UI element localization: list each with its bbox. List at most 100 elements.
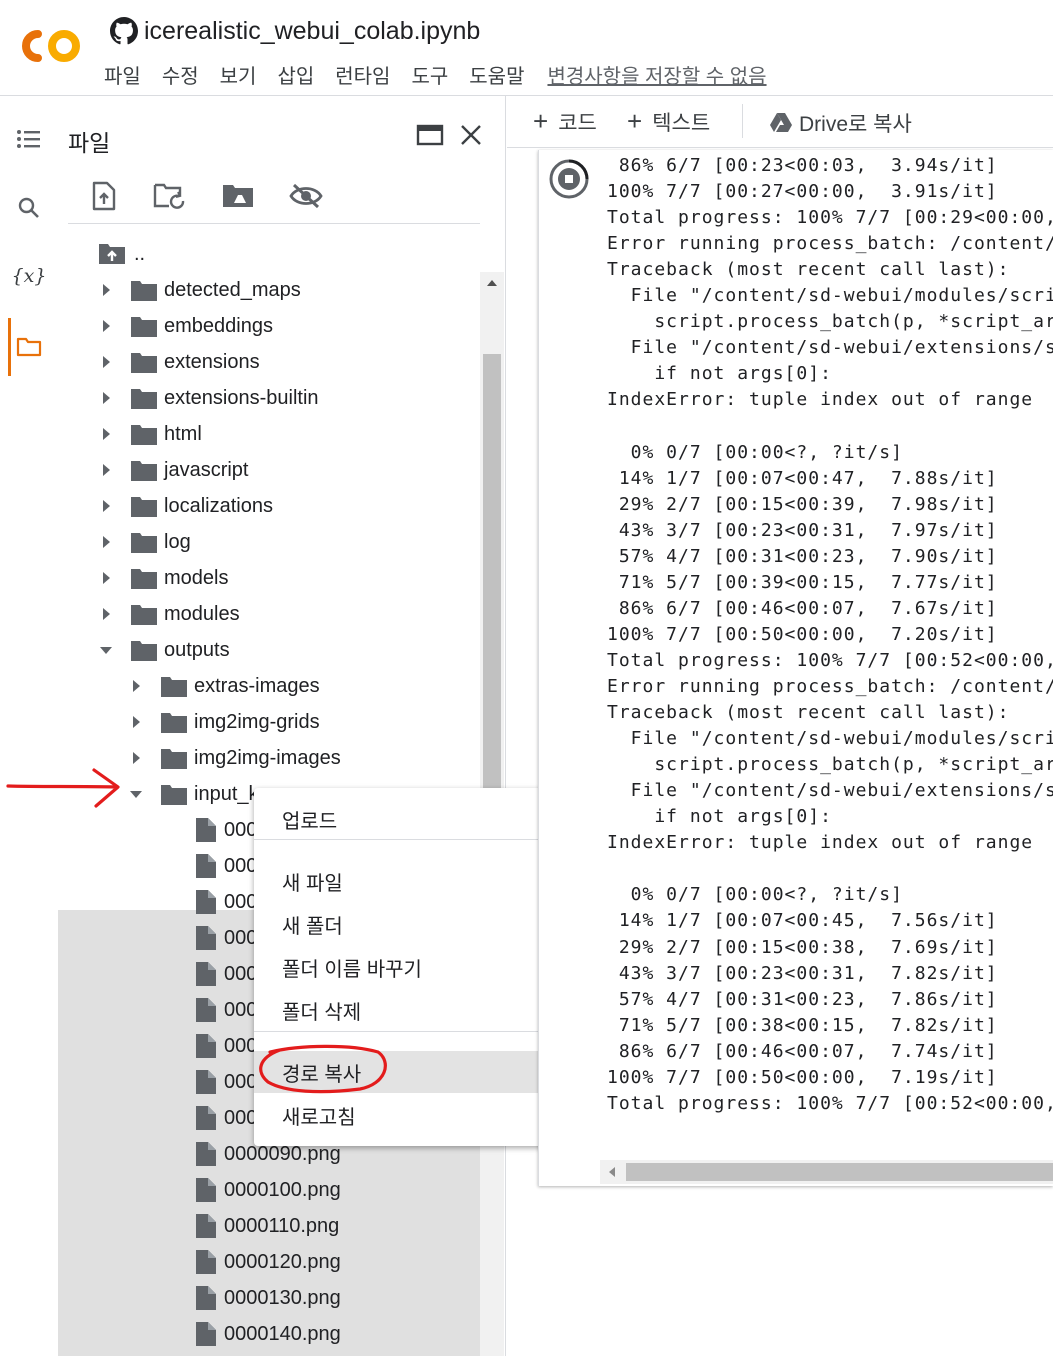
hide-files-icon[interactable] [286, 176, 326, 216]
file-name: 000 [224, 998, 258, 1021]
caret-right-icon[interactable] [98, 282, 114, 298]
notebook-title[interactable]: icerealistic_webui_colab.ipynb [144, 17, 480, 46]
file-row[interactable]: 0000130.png [58, 1280, 480, 1316]
file-row[interactable]: 0000140.png [58, 1316, 480, 1352]
folder-name: javascript [164, 458, 249, 481]
folder-name: localizations [164, 494, 273, 517]
mount-drive-icon[interactable] [218, 176, 258, 216]
rail-active-indicator [8, 318, 11, 376]
tree-scrollbar-thumb[interactable] [483, 354, 501, 794]
caret-right-icon[interactable] [98, 606, 114, 622]
folder-icon [131, 461, 157, 481]
scroll-left-arrow-icon[interactable] [606, 1165, 618, 1179]
caret-right-icon[interactable] [98, 570, 114, 586]
colab-logo[interactable] [22, 28, 84, 64]
output-line: 29% 2/7 [00:15<00:39, 7.98s/it] [607, 493, 998, 515]
variables-icon[interactable]: {x} [12, 261, 47, 291]
caret-right-icon[interactable] [98, 426, 114, 442]
folder-name: detected_maps [164, 278, 301, 301]
caret-right-icon[interactable] [98, 318, 114, 334]
scroll-up-arrow-icon[interactable] [485, 276, 499, 290]
folder-row[interactable]: localizations [58, 488, 480, 524]
folder-row[interactable]: modules [58, 596, 480, 632]
folder-icon [161, 713, 187, 733]
caret-down-icon[interactable] [128, 786, 144, 802]
drive-icon [770, 113, 792, 132]
file-name: 0000100.png [224, 1178, 341, 1201]
folder-name: log [164, 530, 191, 553]
cell-output: 86% 6/7 [00:23<00:03, 3.94s/it] 100% 7/7 … [607, 150, 1053, 1150]
close-icon[interactable] [456, 120, 486, 150]
folder-icon [131, 569, 157, 589]
caret-right-icon[interactable] [98, 390, 114, 406]
caret-right-icon[interactable] [98, 534, 114, 550]
caret-right-icon[interactable] [128, 714, 144, 730]
output-line: if not args[0]: [607, 806, 832, 828]
menu-view[interactable]: 보기 [220, 60, 257, 89]
output-line: Total progress: 100% 7/7 [00:29<00:00, 4 [607, 207, 1053, 229]
output-line: 100% 7/7 [00:50<00:00, 7.19s/it] [607, 1066, 998, 1088]
caret-down-icon[interactable] [98, 642, 114, 658]
folder-row[interactable]: extensions-builtin [58, 380, 480, 416]
file-row[interactable]: 0000120.png [58, 1244, 480, 1280]
file-name: 000 [224, 818, 258, 841]
open-in-tab-icon[interactable] [415, 120, 445, 150]
folder-row[interactable]: embeddings [58, 308, 480, 344]
caret-right-icon[interactable] [98, 498, 114, 514]
caret-right-icon[interactable] [98, 354, 114, 370]
file-row[interactable]: 0000150 [58, 1352, 480, 1356]
folder-row[interactable]: extensions [58, 344, 480, 380]
file-icon [196, 998, 216, 1022]
output-line: IndexError: tuple index out of range [607, 389, 1034, 411]
output-scrollbar-thumb[interactable] [626, 1163, 1053, 1181]
parent-directory[interactable]: .. [58, 236, 480, 272]
output-line: File "/content/sd-webui/modules/scripts [607, 285, 1053, 307]
folder-row[interactable]: html [58, 416, 480, 452]
plus-icon: + [533, 106, 549, 136]
file-name: 000 [224, 890, 258, 913]
toc-icon[interactable] [14, 124, 44, 154]
upload-file-icon[interactable] [84, 176, 124, 216]
menu-runtime[interactable]: 런타임 [335, 60, 390, 89]
folder-row[interactable]: img2img-grids [58, 704, 480, 740]
folder-row[interactable]: javascript [58, 452, 480, 488]
output-line: 57% 4/7 [00:31<00:23, 7.86s/it] [607, 988, 998, 1010]
menu-tools[interactable]: 도구 [411, 60, 448, 89]
folder-row[interactable]: img2img-images [58, 740, 480, 776]
file-row[interactable]: 0000100.png [58, 1172, 480, 1208]
menu-insert[interactable]: 삽입 [277, 60, 314, 89]
add-code-button[interactable]: + 코드 [533, 106, 597, 137]
files-panel: 파일 .. detected_maps embeddings extensions e… [58, 96, 506, 1356]
folder-icon[interactable] [14, 332, 44, 362]
folder-row[interactable]: outputs [58, 632, 480, 668]
output-line: 100% 7/7 [00:50<00:00, 7.20s/it] [607, 623, 998, 645]
file-name: 000 [224, 1070, 258, 1093]
save-status-link[interactable]: 변경사항을 저장할 수 없음 [547, 60, 766, 89]
file-row[interactable]: 0000110.png [58, 1208, 480, 1244]
file-icon [196, 1070, 216, 1094]
output-line: Error running process_batch: /content/sd… [607, 676, 1053, 697]
folder-row[interactable]: detected_maps [58, 272, 480, 308]
toolbar-divider [742, 104, 743, 138]
stop-execution-icon[interactable] [548, 158, 590, 200]
folder-name: extensions [164, 350, 260, 373]
folder-name: img2img-images [194, 746, 341, 769]
folder-icon [161, 785, 187, 805]
folder-row[interactable]: log [58, 524, 480, 560]
folder-icon [161, 677, 187, 697]
caret-right-icon[interactable] [98, 462, 114, 478]
folder-row[interactable]: models [58, 560, 480, 596]
folder-row[interactable]: extras-images [58, 668, 480, 704]
refresh-folder-icon[interactable] [150, 176, 190, 216]
copy-to-drive-button[interactable]: Drive로 복사 [769, 108, 912, 138]
output-line: 71% 5/7 [00:38<00:15, 7.82s/it] [607, 1014, 998, 1036]
caret-right-icon[interactable] [128, 750, 144, 766]
file-name: 000 [224, 854, 258, 877]
menu-file[interactable]: 파일 [104, 60, 141, 89]
menu-help[interactable]: 도움말 [469, 60, 524, 89]
add-text-button[interactable]: + 텍스트 [627, 106, 710, 137]
caret-right-icon[interactable] [128, 678, 144, 694]
menu-edit[interactable]: 수정 [162, 60, 199, 89]
output-line: Error running process_batch: /content/sd… [607, 233, 1053, 255]
search-icon[interactable] [14, 193, 44, 223]
